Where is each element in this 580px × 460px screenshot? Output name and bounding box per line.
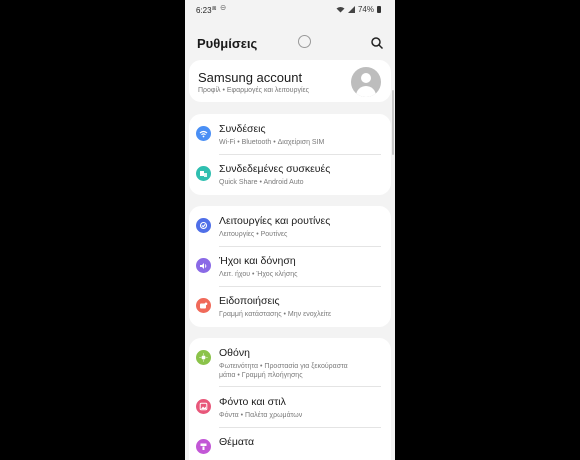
samsung-account-card[interactable]: Samsung account Προφίλ • Εφαρμογές και λ…	[189, 60, 391, 102]
themes-icon	[196, 439, 211, 454]
settings-item-label: Λειτουργίες και ρουτίνες	[219, 215, 331, 227]
settings-item-label: Οθόνη	[219, 347, 250, 359]
settings-group-connections: Συνδέσεις Wi-Fi • Bluetooth • Διαχείριση…	[189, 114, 391, 195]
settings-item-connections[interactable]: Συνδέσεις Wi-Fi • Bluetooth • Διαχείριση…	[189, 115, 391, 155]
settings-item-label: Ήχοι και δόνηση	[219, 255, 296, 267]
battery-percent: 74%	[357, 5, 374, 14]
wifi-icon	[196, 126, 211, 141]
status-right: 74%	[336, 5, 381, 14]
display-icon	[196, 350, 211, 365]
cell-signal-icon	[347, 6, 355, 13]
settings-item-sub-line2: μάτια • Γραμμή πλοήγησης	[219, 372, 303, 379]
settings-item-label: Ειδοποιήσεις	[219, 295, 280, 307]
page-title: Ρυθμίσεις	[197, 36, 258, 51]
settings-group-sound: Λειτουργίες και ρουτίνες Λειτουργίες • Ρ…	[189, 206, 391, 327]
notifications-icon	[196, 298, 211, 313]
avatar	[351, 67, 381, 97]
settings-item-wallpaper[interactable]: Φόντο και στιλ Φόντα • Παλέτα χρωμάτων	[189, 388, 391, 428]
status-bar: 6:23 ⧈ ⊖ 74%	[185, 0, 395, 20]
sound-icon	[196, 258, 211, 273]
settings-item-themes[interactable]: Θέματα	[189, 428, 391, 460]
settings-item-sub: Λειτ. ήχου • Ήχος κλήσης	[219, 271, 298, 278]
settings-item-notifications[interactable]: Ειδοποιήσεις Γραμμή κατάστασης • Μην ενο…	[189, 287, 391, 327]
settings-item-display[interactable]: Οθόνη Φωτεινότητα • Προστασία για ξεκούρ…	[189, 339, 391, 387]
account-name: Samsung account	[198, 70, 303, 85]
scrollbar[interactable]	[392, 90, 394, 155]
settings-item-label: Συνδέσεις	[219, 123, 266, 135]
status-notification-icons: ⧈ ⊖	[212, 5, 227, 12]
settings-group-display: Οθόνη Φωτεινότητα • Προστασία για ξεκούρ…	[189, 338, 391, 460]
settings-item-sub: Λειτουργίες • Ρουτίνες	[219, 231, 288, 238]
phone-screen: 6:23 ⧈ ⊖ 74% Ρυθμίσεις Samsung account Π…	[185, 0, 395, 460]
settings-item-label: Θέματα	[219, 436, 255, 448]
settings-item-sub: Γραμμή κατάστασης • Μην ενοχλείτε	[219, 311, 332, 318]
search-icon[interactable]	[370, 36, 384, 50]
settings-item-modes-routines[interactable]: Λειτουργίες και ρουτίνες Λειτουργίες • Ρ…	[189, 207, 391, 247]
connected-devices-icon	[196, 166, 211, 181]
wallpaper-icon	[196, 399, 211, 414]
settings-item-sub: Wi-Fi • Bluetooth • Διαχείριση SIM	[219, 139, 325, 146]
settings-item-connected-devices[interactable]: Συνδεδεμένες συσκευές Quick Share • Andr…	[189, 155, 391, 195]
wifi-signal-icon	[336, 7, 345, 13]
settings-header: Ρυθμίσεις	[185, 28, 395, 58]
settings-item-label: Φόντο και στιλ	[219, 396, 286, 408]
battery-icon	[377, 6, 381, 13]
status-time: 6:23	[196, 6, 212, 15]
settings-item-sub: Φωτεινότητα • Προστασία για ξεκούραστα	[219, 363, 348, 370]
touch-indicator	[298, 35, 311, 48]
settings-item-sub: Φόντα • Παλέτα χρωμάτων	[219, 412, 303, 419]
settings-item-sound[interactable]: Ήχοι και δόνηση Λειτ. ήχου • Ήχος κλήσης	[189, 247, 391, 287]
account-sub: Προφίλ • Εφαρμογές και λειτουργίες	[198, 87, 310, 94]
settings-item-sub: Quick Share • Android Auto	[219, 179, 304, 186]
settings-item-label: Συνδεδεμένες συσκευές	[219, 163, 331, 175]
modes-routines-icon	[196, 218, 211, 233]
